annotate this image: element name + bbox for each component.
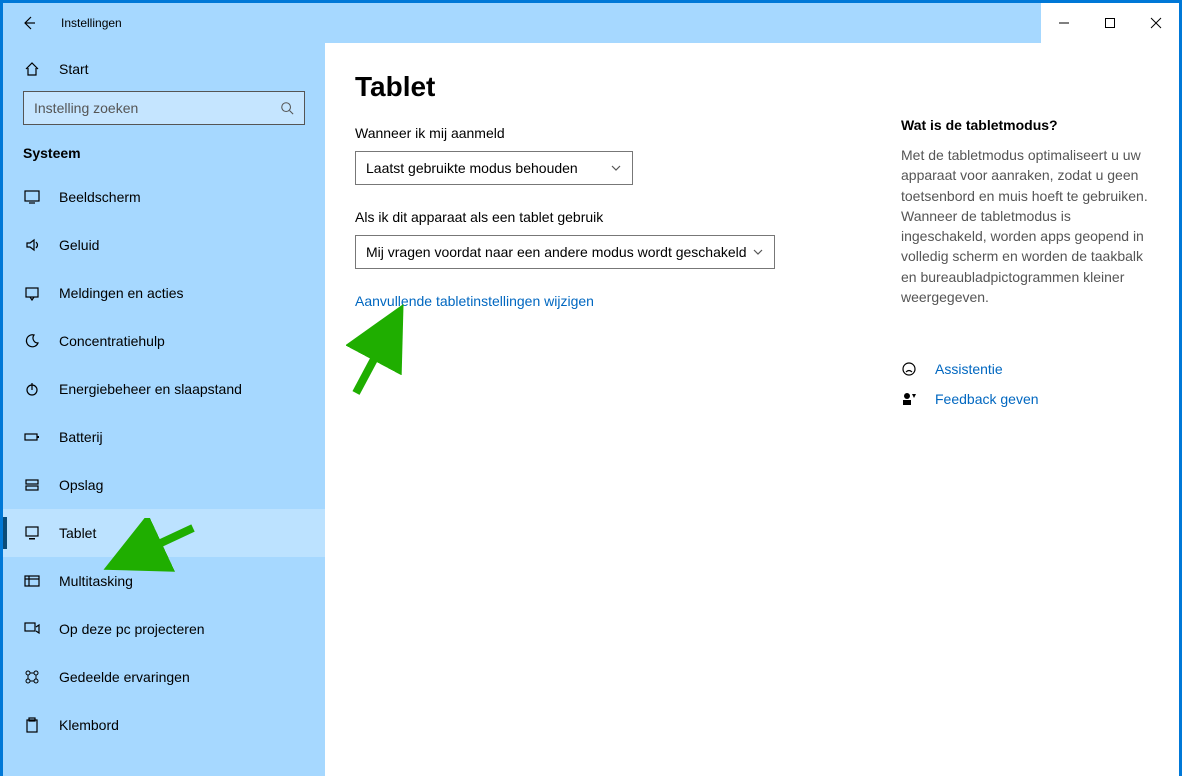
tablet-use-label: Als ik dit apparaat als een tablet gebru…	[355, 209, 861, 225]
titlebar: Instellingen	[3, 3, 1179, 43]
maximize-button[interactable]	[1087, 3, 1133, 43]
share-icon	[23, 669, 41, 685]
sidebar-item-label: Klembord	[59, 717, 119, 733]
back-icon[interactable]	[21, 15, 37, 31]
signin-label: Wanneer ik mij aanmeld	[355, 125, 861, 141]
aside-column: Wat is de tabletmodus? Met de tabletmodu…	[901, 71, 1149, 776]
sidebar-item-power[interactable]: Energiebeheer en slaapstand	[3, 365, 325, 413]
moon-icon	[23, 333, 41, 349]
window-title: Instellingen	[61, 16, 122, 30]
sidebar-item-share[interactable]: Gedeelde ervaringen	[3, 653, 325, 701]
signin-value: Laatst gebruikte modus behouden	[366, 160, 578, 176]
help-label: Assistentie	[935, 361, 1003, 377]
display-icon	[23, 189, 41, 205]
sidebar-item-label: Gedeelde ervaringen	[59, 669, 190, 685]
minimize-button[interactable]	[1041, 3, 1087, 43]
storage-icon	[23, 477, 41, 493]
search-icon	[280, 101, 294, 115]
project-icon	[23, 621, 41, 637]
home-icon	[23, 61, 41, 77]
sidebar-item-multitask[interactable]: Multitasking	[3, 557, 325, 605]
sidebar-item-notify[interactable]: Meldingen en acties	[3, 269, 325, 317]
search-input[interactable]: Instelling zoeken	[23, 91, 305, 125]
sidebar-item-label: Batterij	[59, 429, 103, 445]
sidebar-item-sound[interactable]: Geluid	[3, 221, 325, 269]
clipboard-icon	[23, 717, 41, 733]
main-column: Tablet Wanneer ik mij aanmeld Laatst geb…	[355, 71, 861, 776]
section-label: Systeem	[3, 139, 325, 173]
close-button[interactable]	[1133, 3, 1179, 43]
sidebar-item-label: Multitasking	[59, 573, 133, 589]
sidebar-item-project[interactable]: Op deze pc projecteren	[3, 605, 325, 653]
chevron-down-icon	[610, 162, 622, 174]
sidebar-item-label: Opslag	[59, 477, 103, 493]
home-label: Start	[59, 61, 89, 77]
battery-icon	[23, 429, 41, 445]
feedback-link[interactable]: Feedback geven	[901, 391, 1149, 407]
sidebar-item-label: Energiebeheer en slaapstand	[59, 381, 242, 397]
tablet-use-value: Mij vragen voordat naar een andere modus…	[366, 244, 747, 260]
tablet-icon	[23, 525, 41, 541]
sidebar-item-battery[interactable]: Batterij	[3, 413, 325, 461]
sidebar-item-clipboard[interactable]: Klembord	[3, 701, 325, 749]
sidebar: Start Instelling zoeken Systeem Beeldsch…	[3, 43, 325, 776]
sidebar-item-label: Beeldscherm	[59, 189, 141, 205]
help-icon	[901, 361, 917, 377]
sidebar-item-label: Tablet	[59, 525, 96, 541]
feedback-label: Feedback geven	[935, 391, 1039, 407]
notify-icon	[23, 285, 41, 301]
sidebar-item-label: Geluid	[59, 237, 99, 253]
aside-body: Met de tabletmodus optimaliseert u uw ap…	[901, 145, 1149, 307]
sound-icon	[23, 237, 41, 253]
chevron-down-icon	[752, 246, 764, 258]
sidebar-item-moon[interactable]: Concentratiehulp	[3, 317, 325, 365]
page-title: Tablet	[355, 71, 861, 103]
signin-dropdown[interactable]: Laatst gebruikte modus behouden	[355, 151, 633, 185]
help-link[interactable]: Assistentie	[901, 361, 1149, 377]
sidebar-item-tablet[interactable]: Tablet	[3, 509, 325, 557]
sidebar-item-label: Concentratiehulp	[59, 333, 165, 349]
sidebar-item-label: Op deze pc projecteren	[59, 621, 205, 637]
power-icon	[23, 381, 41, 397]
sidebar-item-label: Meldingen en acties	[59, 285, 184, 301]
feedback-icon	[901, 391, 917, 407]
multitask-icon	[23, 573, 41, 589]
aside-heading: Wat is de tabletmodus?	[901, 117, 1149, 133]
home-button[interactable]: Start	[3, 51, 325, 87]
sidebar-item-storage[interactable]: Opslag	[3, 461, 325, 509]
more-settings-link[interactable]: Aanvullende tabletinstellingen wijzigen	[355, 293, 861, 309]
tablet-use-dropdown[interactable]: Mij vragen voordat naar een andere modus…	[355, 235, 775, 269]
sidebar-item-display[interactable]: Beeldscherm	[3, 173, 325, 221]
search-placeholder: Instelling zoeken	[34, 100, 138, 116]
